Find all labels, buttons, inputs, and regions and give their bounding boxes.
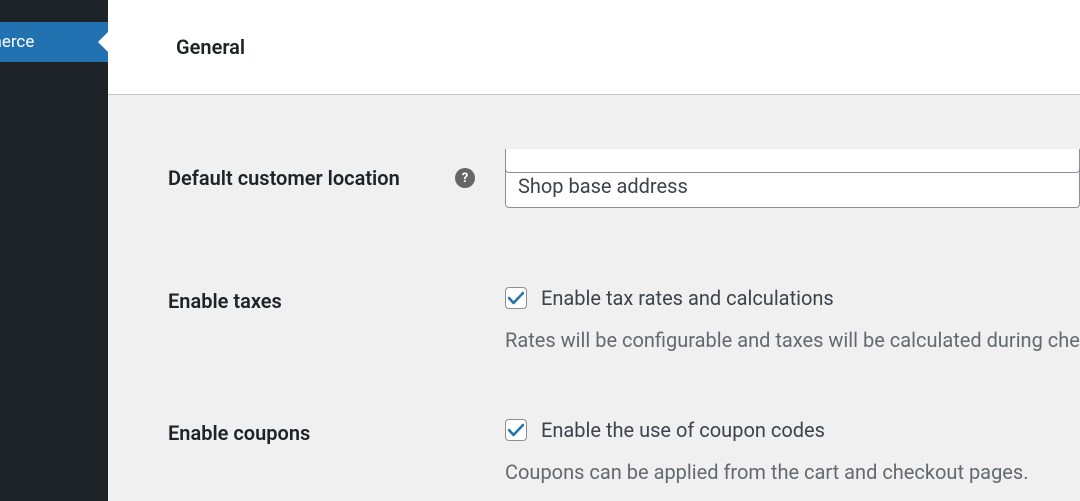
row-enable-coupons: Enable coupons Enable the use of coupon … [168, 418, 1080, 484]
sidebar-item-woocommerce[interactable]: mmerce [0, 22, 108, 62]
sidebar-item-extensions[interactable]: ons [0, 441, 108, 477]
enable-coupons-label: Enable coupons [168, 418, 505, 445]
select-cutoff-above[interactable] [505, 149, 1080, 173]
enable-coupons-checkbox-label: Enable the use of coupon codes [541, 418, 825, 442]
sidebar-item-label: mmerce [0, 32, 34, 52]
default-location-label: Default customer location ? [168, 163, 505, 190]
tab-general[interactable]: General [176, 35, 245, 59]
enable-taxes-label: Enable taxes [168, 286, 505, 313]
check-icon [508, 291, 524, 305]
row-enable-taxes: Enable taxes Enable tax rates and calcul… [168, 286, 1080, 352]
check-icon [508, 423, 524, 437]
enable-taxes-field-area: Enable tax rates and calculations Rates … [505, 286, 1080, 352]
enable-coupons-description: Coupons can be applied from the cart and… [505, 460, 1080, 484]
enable-taxes-description: Rates will be configurable and taxes wil… [505, 328, 1080, 352]
enable-taxes-checkbox-row: Enable tax rates and calculations [505, 286, 1080, 310]
enable-coupons-field-area: Enable the use of coupon codes Coupons c… [505, 418, 1080, 484]
admin-sidebar: mmerce ons [0, 0, 108, 501]
enable-taxes-checkbox[interactable] [505, 287, 527, 309]
help-icon[interactable]: ? [455, 168, 475, 188]
enable-coupons-checkbox-row: Enable the use of coupon codes [505, 418, 1080, 442]
enable-taxes-checkbox-label: Enable tax rates and calculations [541, 286, 834, 310]
settings-form: Default customer location ? Shop base ad… [108, 163, 1080, 501]
tab-header: General [108, 0, 1080, 95]
enable-coupons-checkbox[interactable] [505, 419, 527, 441]
main-content: General Default customer location ? Shop… [108, 0, 1080, 501]
